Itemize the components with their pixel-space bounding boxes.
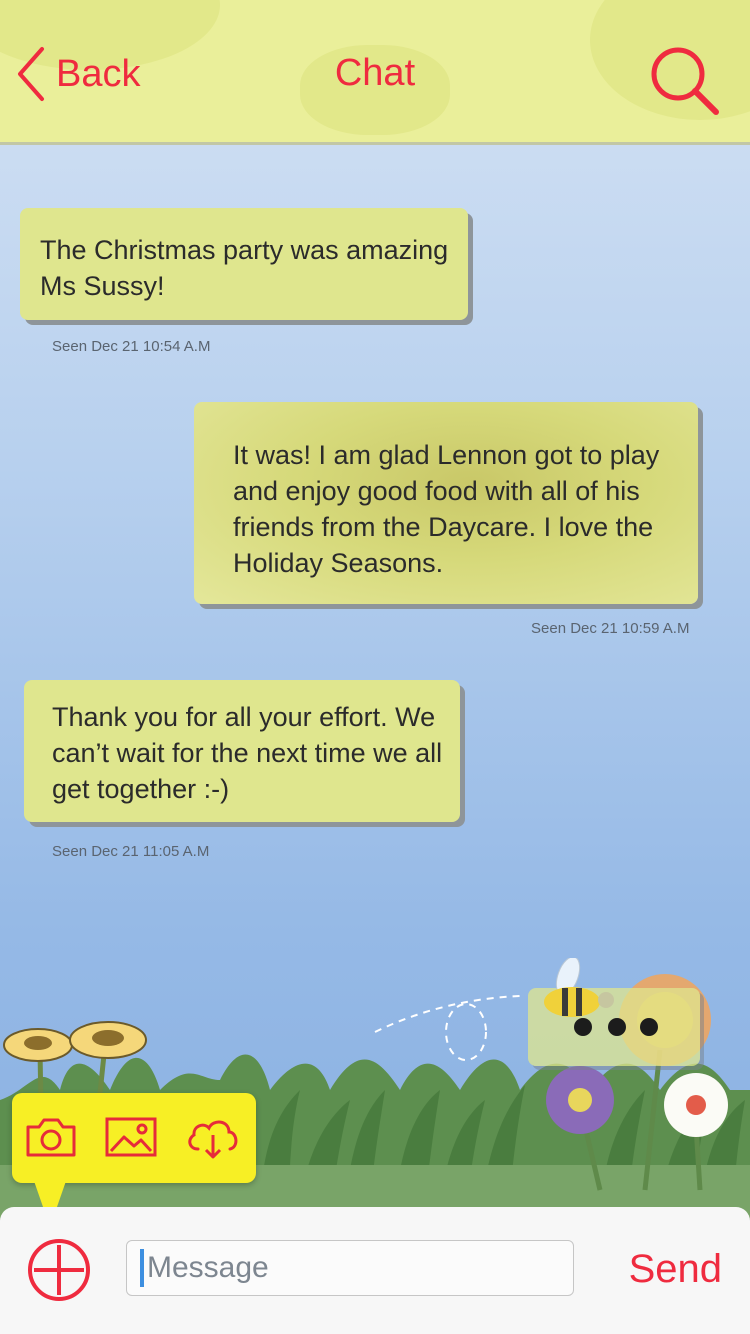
camera-button[interactable] — [24, 1115, 78, 1161]
cloud-download-icon — [188, 1120, 238, 1159]
bee-flight-loop — [445, 1003, 487, 1061]
message-bubble-received: Thank you for all your effort. We can’t … — [24, 680, 460, 822]
typing-dot — [574, 1018, 592, 1036]
add-attachment-button[interactable] — [26, 1237, 92, 1303]
text-cursor — [140, 1249, 144, 1287]
message-bubble-received: The Christmas party was amazing Ms Sussy… — [20, 208, 468, 320]
search-icon — [651, 47, 719, 115]
camera-icon — [26, 1118, 76, 1157]
plus-circle-icon — [28, 1239, 90, 1301]
gallery-button[interactable] — [104, 1115, 158, 1161]
header-bar: Back Chat — [0, 0, 750, 145]
message-text: The Christmas party was amazing Ms Sussy… — [40, 235, 449, 301]
bee-flight-path — [374, 995, 521, 1033]
typing-indicator — [528, 958, 700, 1066]
message-text: It was! I am glad Lennon got to play and… — [233, 440, 660, 578]
message-text: Thank you for all your effort. We can’t … — [52, 702, 443, 804]
send-button[interactable]: Send — [629, 1247, 722, 1292]
seen-timestamp: Seen Dec 21 10:59 A.M — [531, 620, 690, 637]
message-composer: Send — [0, 1207, 750, 1334]
attachment-menu — [12, 1093, 256, 1183]
message-bubble-sent: It was! I am glad Lennon got to play and… — [194, 402, 698, 604]
page-title: Chat — [334, 52, 416, 94]
search-button[interactable] — [650, 46, 720, 116]
image-icon — [105, 1117, 157, 1157]
message-input[interactable] — [126, 1240, 574, 1296]
typing-dot — [608, 1018, 626, 1036]
typing-dot — [640, 1018, 658, 1036]
cloud-download-button[interactable] — [184, 1115, 238, 1161]
seen-timestamp: Seen Dec 21 11:05 A.M — [52, 843, 210, 860]
seen-timestamp: Seen Dec 21 10:54 A.M — [52, 338, 211, 355]
